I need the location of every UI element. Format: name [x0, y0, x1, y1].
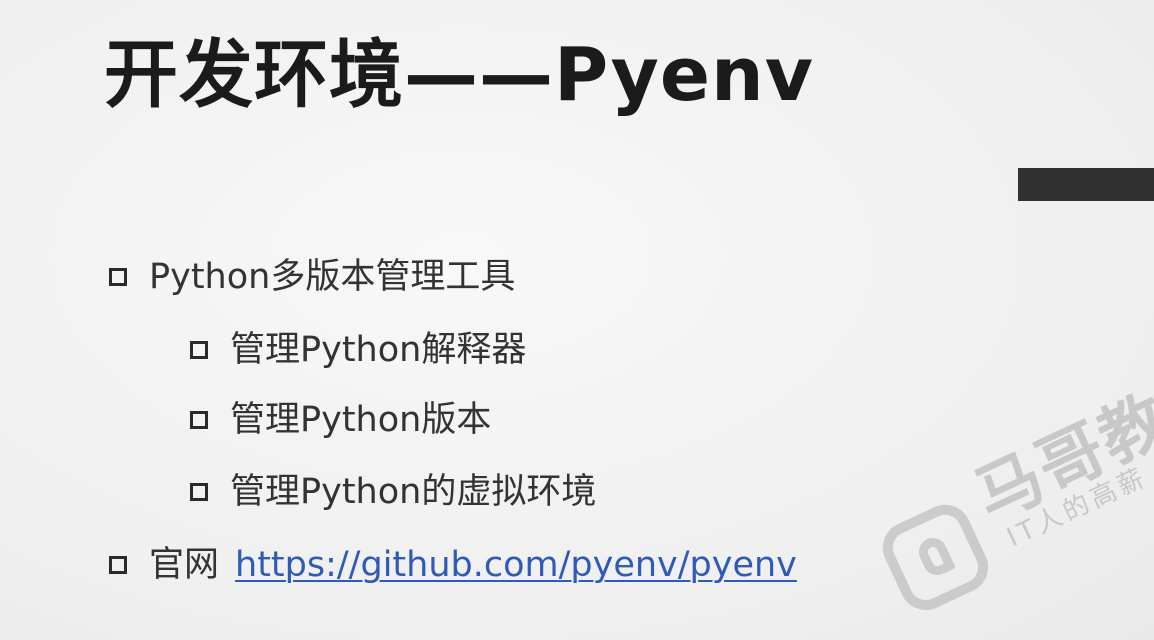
pyenv-github-link[interactable]: https://github.com/pyenv/pyenv — [235, 543, 797, 587]
square-bullet-icon — [109, 556, 127, 574]
watermark: 马哥教 IT人的高薪 — [820, 218, 1154, 640]
brand-logo-icon — [874, 496, 997, 619]
square-bullet-icon — [190, 411, 208, 429]
bullet-text: 管理Python解释器 — [230, 330, 527, 370]
sub-bullet-item: 管理Python解释器 — [190, 328, 526, 372]
bullet-text: Python多版本管理工具 — [149, 257, 516, 297]
sub-bullet-item: 管理Python版本 — [190, 398, 491, 442]
square-bullet-icon — [109, 268, 127, 286]
sub-bullet-item: 管理Python的虚拟环境 — [190, 470, 596, 514]
square-bullet-icon — [190, 341, 208, 359]
title-accent-bar — [1018, 168, 1154, 201]
watermark-brand: 马哥教 — [963, 379, 1154, 536]
official-site-label: 官网 — [149, 545, 220, 585]
bullet-text: 管理Python版本 — [230, 400, 492, 440]
bullet-text: 管理Python的虚拟环境 — [230, 472, 597, 512]
bullet-item: Python多版本管理工具 — [109, 255, 515, 299]
official-site-item: 官网 https://github.com/pyenv/pyenv — [109, 543, 797, 587]
slide-title: 开发环境——Pyenv — [104, 32, 814, 118]
watermark-tagline: IT人的高薪 — [1002, 462, 1153, 554]
slide: 开发环境——Pyenv Python多版本管理工具 管理Python解释器 管理… — [0, 0, 1154, 640]
square-bullet-icon — [190, 483, 208, 501]
